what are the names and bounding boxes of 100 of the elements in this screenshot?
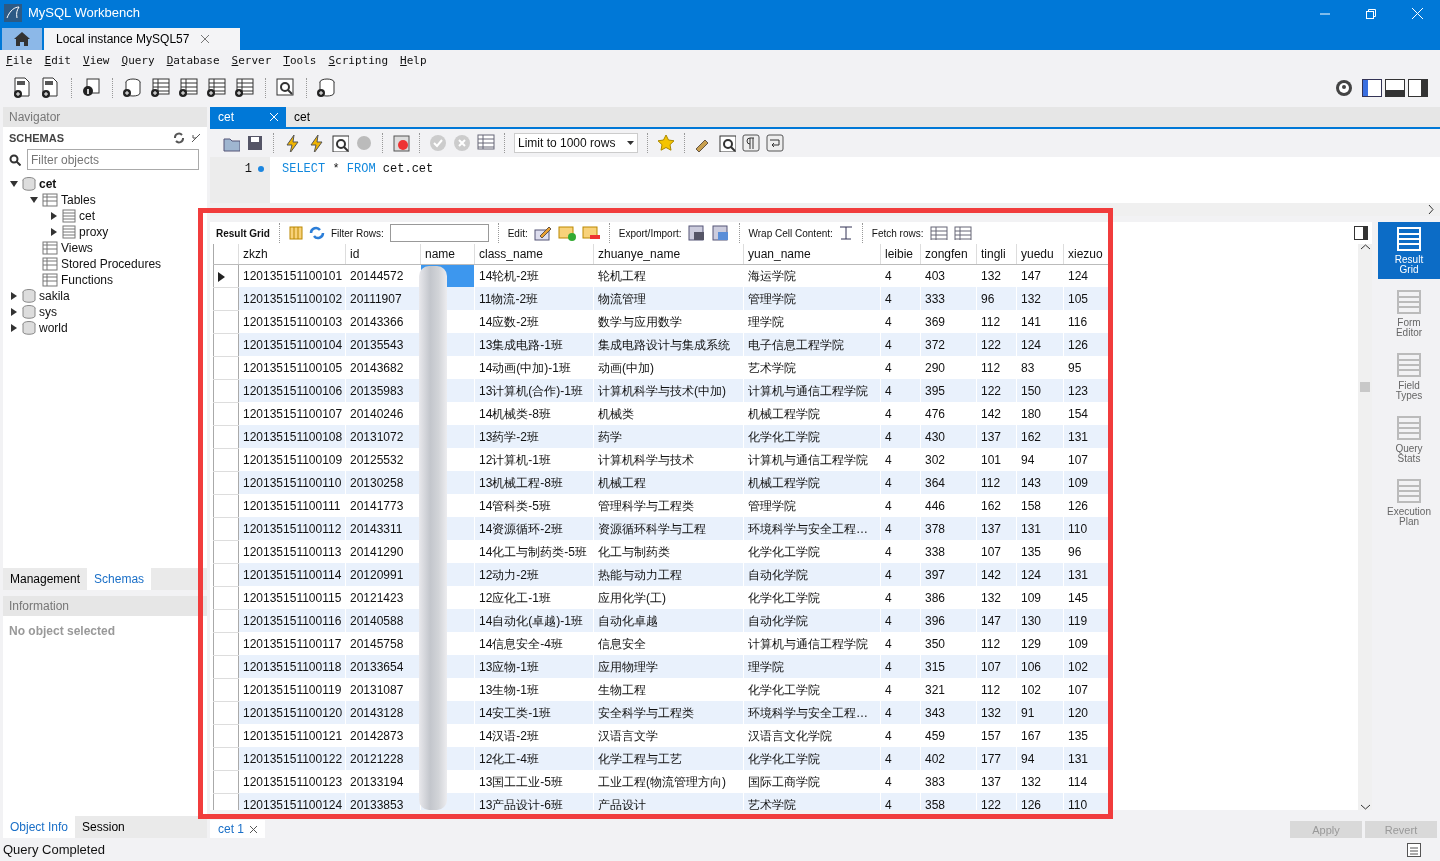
menu-item[interactable]: Tools bbox=[283, 52, 317, 70]
tree-item[interactable]: sys bbox=[39, 304, 57, 321]
panel-toggle-icon[interactable] bbox=[1354, 226, 1368, 241]
fetch-rows-icon[interactable] bbox=[929, 226, 948, 241]
invisible-chars-icon[interactable] bbox=[742, 134, 760, 153]
create-schema-icon[interactable] bbox=[122, 77, 144, 100]
fetch-label: Fetch rows: bbox=[871, 226, 924, 241]
table-cell: 化学化工学院 bbox=[743, 747, 881, 771]
toggle-error-icon[interactable] bbox=[392, 134, 410, 153]
filter-field[interactable]: Filter objects bbox=[27, 149, 199, 171]
explain-icon[interactable] bbox=[331, 134, 349, 153]
tree-item[interactable]: cet bbox=[79, 208, 95, 225]
find-icon[interactable] bbox=[718, 134, 736, 153]
panel-title: Navigator bbox=[9, 109, 61, 127]
view-tab[interactable]: Execution Plan bbox=[1378, 474, 1440, 532]
column-header[interactable]: class_name bbox=[474, 244, 594, 265]
panel-tab[interactable]: Management bbox=[3, 568, 88, 591]
secondary-sidebar-toggle-icon[interactable] bbox=[1408, 79, 1428, 98]
table-cell: 364 bbox=[920, 471, 977, 495]
tree-item[interactable]: Functions bbox=[61, 272, 114, 289]
table-cell: 120135151100116 bbox=[238, 609, 346, 633]
column-header[interactable]: leibie bbox=[880, 244, 921, 265]
save-icon[interactable] bbox=[246, 134, 264, 153]
table-cell: 环境科学与安全工程… bbox=[743, 517, 881, 541]
panel-tab[interactable]: Schemas bbox=[87, 568, 152, 591]
column-header[interactable]: yuedu bbox=[1016, 244, 1064, 265]
export-icon[interactable] bbox=[687, 225, 706, 242]
column-header[interactable]: zkzh bbox=[238, 244, 346, 265]
menu-item[interactable]: View bbox=[83, 52, 110, 70]
output-panel-icon[interactable] bbox=[1407, 842, 1421, 857]
refresh-icon[interactable] bbox=[173, 132, 185, 145]
scroll-down-icon[interactable] bbox=[1360, 804, 1370, 811]
scrollbar-thumb[interactable] bbox=[1360, 382, 1370, 393]
expand-toggle-icon[interactable] bbox=[9, 323, 19, 334]
table-cell: 化学工程与工艺 bbox=[593, 747, 744, 771]
table-cell: 123 bbox=[1063, 379, 1110, 403]
wrap-text-icon[interactable] bbox=[838, 226, 853, 241]
edit-row-icon[interactable] bbox=[533, 225, 552, 242]
tree-item[interactable]: Stored Procedures bbox=[61, 256, 162, 273]
create-table-icon[interactable] bbox=[150, 77, 172, 100]
expand-toggle-icon[interactable] bbox=[9, 291, 19, 302]
result-tab[interactable]: cet 1 bbox=[210, 820, 265, 839]
menu-item[interactable]: Query bbox=[121, 52, 155, 70]
menu-item[interactable]: Database bbox=[166, 52, 220, 70]
column-header[interactable]: xiezuo bbox=[1063, 244, 1110, 265]
word-wrap-icon[interactable] bbox=[766, 134, 784, 153]
table-cell: 120 bbox=[1063, 701, 1110, 725]
filter-field[interactable] bbox=[389, 224, 489, 243]
tree-item[interactable]: Views bbox=[61, 240, 93, 257]
create-view-icon[interactable] bbox=[178, 77, 200, 100]
panel-tab[interactable]: Object Info bbox=[3, 816, 76, 839]
menu-item[interactable]: Scripting bbox=[328, 52, 389, 70]
row-header[interactable] bbox=[213, 264, 239, 288]
close-icon[interactable] bbox=[250, 825, 257, 833]
column-header[interactable]: id bbox=[345, 244, 421, 265]
view-tab[interactable]: Form Editor bbox=[1378, 285, 1440, 343]
expand-toggle-icon[interactable] bbox=[49, 227, 59, 238]
import-icon[interactable] bbox=[711, 225, 730, 242]
column-header[interactable]: tingli bbox=[976, 244, 1017, 265]
execute-line-icon[interactable] bbox=[307, 134, 325, 153]
column-header[interactable]: name bbox=[420, 244, 475, 265]
refresh-icon[interactable] bbox=[308, 226, 325, 241]
table-cell: 物流管理 bbox=[593, 287, 744, 311]
fetch-next-icon[interactable] bbox=[953, 226, 972, 241]
view-tab[interactable]: Query Stats bbox=[1378, 411, 1440, 469]
create-function-icon[interactable] bbox=[234, 77, 256, 100]
view-tab[interactable]: Result Grid bbox=[1378, 222, 1440, 280]
delete-row-icon[interactable] bbox=[581, 225, 600, 242]
tree-item[interactable]: sakila bbox=[39, 288, 70, 305]
execute-icon[interactable] bbox=[283, 134, 301, 153]
menu-item[interactable]: Edit bbox=[44, 52, 71, 70]
tree-item[interactable]: cet bbox=[39, 176, 57, 193]
column-header[interactable]: zongfen bbox=[920, 244, 977, 265]
snippet-icon[interactable] bbox=[657, 134, 675, 153]
scroll-right-icon[interactable] bbox=[1428, 205, 1434, 214]
panel-tab[interactable]: Session bbox=[75, 816, 132, 839]
output-toggle-icon[interactable] bbox=[1385, 79, 1405, 98]
sidebar-toggle-icon[interactable] bbox=[1362, 79, 1382, 98]
tree-item[interactable]: world bbox=[39, 320, 68, 337]
settings-icon[interactable] bbox=[1335, 79, 1353, 98]
expand-toggle-icon[interactable] bbox=[49, 211, 59, 222]
menu-item[interactable]: Help bbox=[400, 52, 427, 70]
view-tab[interactable]: Field Types bbox=[1378, 348, 1440, 406]
column-header[interactable]: yuan_name bbox=[743, 244, 881, 265]
tree-item[interactable]: Tables bbox=[61, 192, 96, 209]
expand-toggle-icon[interactable] bbox=[9, 307, 19, 318]
home-tab[interactable] bbox=[2, 28, 42, 50]
limit-dropdown[interactable]: Limit to 1000 rows bbox=[514, 133, 638, 154]
autocommit-icon[interactable] bbox=[477, 134, 495, 153]
column-header[interactable]: zhuanye_name bbox=[593, 244, 744, 265]
scroll-up-icon[interactable] bbox=[1360, 244, 1370, 251]
close-icon[interactable] bbox=[201, 35, 210, 43]
add-row-icon[interactable] bbox=[557, 225, 576, 242]
editor-tab[interactable]: cet bbox=[210, 107, 286, 128]
tree-item[interactable]: proxy bbox=[79, 224, 109, 241]
menu-item[interactable]: File bbox=[6, 52, 33, 70]
create-procedure-icon[interactable] bbox=[206, 77, 228, 100]
connection-tab[interactable]: Local instance MySQL57 bbox=[44, 28, 240, 50]
columns-icon[interactable] bbox=[288, 226, 303, 241]
menu-item[interactable]: Server bbox=[231, 52, 272, 70]
